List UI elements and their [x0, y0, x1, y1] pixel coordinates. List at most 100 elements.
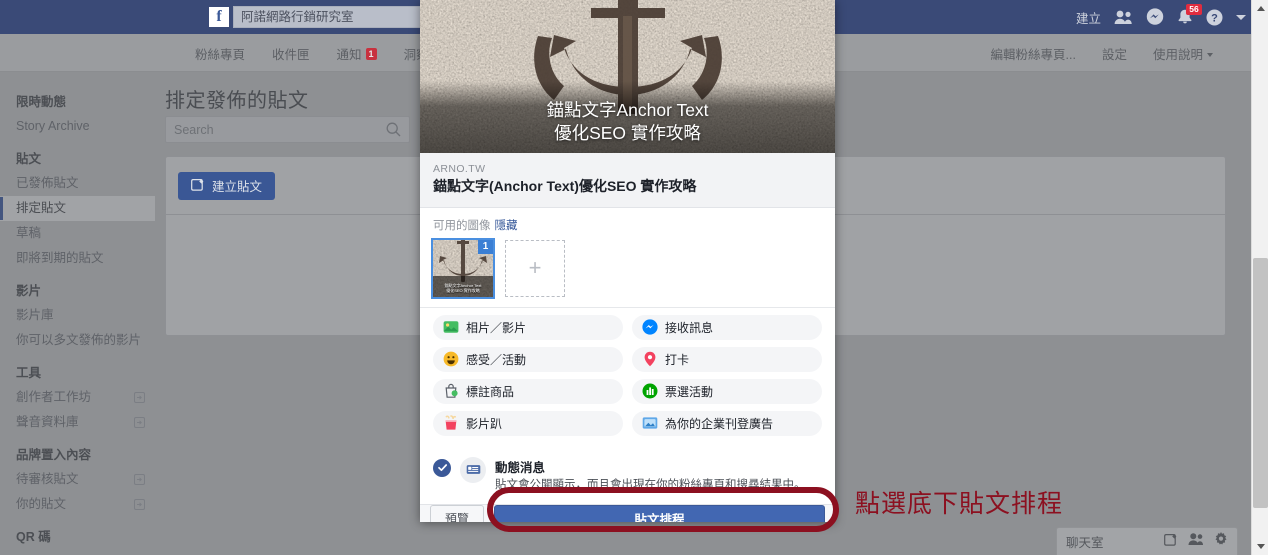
advertise-icon	[642, 415, 658, 431]
sidebar: 限時動態 Story Archive 貼文 已發佈貼文 排定貼文 草稿 即將到期…	[0, 72, 155, 555]
page-nav-right-tabs: 編輯粉絲專頁... 設定 使用說明	[991, 34, 1213, 72]
screen: f 阿諾網路行銷研究室 建立 56 ? 粉絲專頁 收件匣 通知 1 編輯粉絲專頁…	[0, 0, 1268, 555]
sidebar-item-label: 已發佈貼文	[16, 176, 79, 190]
option-label: 標註商品	[466, 384, 515, 399]
sidebar-item-crosspostable-videos[interactable]: 你可以多文發佈的影片	[0, 328, 155, 353]
tab-help[interactable]: 使用說明	[1153, 44, 1213, 63]
option-tag-product[interactable]: 標註商品	[433, 378, 623, 404]
external-link-icon	[134, 474, 145, 485]
create-button[interactable]: 建立	[1076, 8, 1101, 27]
sidebar-item-drafts[interactable]: 草稿	[0, 221, 155, 246]
sidebar-item-label: 影片庫	[16, 308, 54, 322]
annotation-text: 點選底下貼文排程	[855, 490, 1064, 518]
top-bar-right-actions: 建立 56 ?	[1076, 0, 1246, 34]
account-menu-caret-icon[interactable]	[1236, 14, 1246, 20]
scroll-up-arrow-icon[interactable]	[1252, 0, 1268, 17]
compose-icon	[191, 177, 205, 194]
tab-pages[interactable]: 粉絲專頁	[195, 44, 245, 63]
sidebar-item-label: 你的貼文	[16, 497, 67, 511]
external-link-icon	[134, 499, 145, 510]
help-icon[interactable]: ?	[1206, 9, 1223, 26]
vertical-scrollbar[interactable]	[1251, 0, 1268, 555]
facebook-logo-icon[interactable]: f	[209, 7, 229, 27]
scrollbar-thumb[interactable]	[1253, 258, 1268, 508]
sidebar-item-label: Story Archive	[16, 119, 90, 133]
notification-count-badge: 56	[1186, 3, 1202, 15]
poll-icon	[642, 383, 658, 399]
schedule-post-button[interactable]: 貼文排程	[494, 505, 825, 522]
external-link-icon	[134, 392, 145, 403]
sidebar-item-pending-posts[interactable]: 待審核貼文	[0, 467, 155, 492]
sidebar-item-creator-studio[interactable]: 創作者工作坊	[0, 385, 155, 410]
available-images-header: 可用的圖像 隱藏	[433, 217, 822, 233]
option-check-in[interactable]: 打卡	[632, 346, 822, 372]
tab-edit-page[interactable]: 編輯粉絲專頁...	[991, 44, 1076, 63]
tab-notifications-label: 通知	[336, 47, 362, 62]
option-watch-party[interactable]: 影片趴	[433, 410, 623, 436]
link-domain: ARNO.TW	[433, 163, 486, 175]
image-thumbnails: 1 錨點文字Anchor Text 優化SEO 實作攻略 +	[431, 237, 822, 299]
option-label: 感受／活動	[466, 352, 527, 367]
option-advertise[interactable]: 為你的企業刊登廣告	[632, 410, 822, 436]
global-search-input[interactable]: 阿諾網路行銷研究室	[233, 6, 433, 28]
thumbnail-caption-line-2: 優化SEO 實作攻略	[446, 287, 480, 293]
sidebar-item-expiring-posts[interactable]: 即將到期的貼文	[0, 246, 155, 271]
option-label: 票選活動	[665, 384, 714, 399]
create-post-button[interactable]: 建立貼文	[178, 171, 276, 200]
gear-icon[interactable]	[1214, 532, 1228, 551]
sidebar-item-published-posts[interactable]: 已發佈貼文	[0, 171, 155, 196]
add-image-button[interactable]: +	[505, 239, 565, 297]
sidebar-group-tools: 工具 創作者工作坊 聲音資料庫	[0, 353, 155, 435]
option-photo-video[interactable]: 相片／影片	[433, 314, 623, 340]
sidebar-item-scheduled-posts[interactable]: 排定貼文	[0, 196, 155, 221]
tab-notifications[interactable]: 通知 1	[337, 44, 377, 63]
sidebar-group-title-posts: 貼文	[16, 152, 42, 166]
scroll-down-arrow-icon[interactable]	[1252, 538, 1268, 555]
option-poll[interactable]: 票選活動	[632, 378, 822, 404]
option-feeling-activity[interactable]: 感受／活動	[433, 346, 623, 372]
sidebar-item-story-archive[interactable]: Story Archive	[0, 114, 155, 139]
sidebar-group-title-branded-content: 品牌置入內容	[16, 448, 92, 462]
tab-inbox[interactable]: 收件匣	[272, 44, 310, 63]
sidebar-group-title-videos: 影片	[16, 284, 42, 298]
friend-requests-icon[interactable]	[1114, 9, 1133, 25]
svg-text:?: ?	[1211, 12, 1218, 24]
create-post-dialog: 錨點文字Anchor Text 優化SEO 實作攻略 ARNO.TW 錨點文字(…	[420, 0, 835, 522]
sidebar-group-qr-code: QR 碼	[0, 517, 155, 549]
sidebar-item-sound-collection[interactable]: 聲音資料庫	[0, 410, 155, 435]
sidebar-item-label: 聲音資料庫	[16, 415, 79, 429]
checkmark-icon[interactable]	[433, 458, 451, 477]
notifications-icon[interactable]: 56	[1177, 3, 1202, 26]
sidebar-item-your-posts[interactable]: 你的貼文	[0, 492, 155, 517]
messenger-icon[interactable]	[1146, 8, 1164, 26]
news-feed-icon	[460, 456, 486, 483]
create-post-label: 建立貼文	[212, 180, 263, 194]
sidebar-group-title-tools: 工具	[16, 366, 42, 380]
search-input[interactable]: Search	[165, 116, 410, 143]
compose-icon[interactable]	[1164, 532, 1178, 551]
chevron-down-icon	[1207, 52, 1213, 57]
chat-bar[interactable]: 聊天室	[1056, 527, 1238, 555]
hero-text: 錨點文字Anchor Text 優化SEO 實作攻略	[420, 99, 835, 144]
tag-product-icon	[443, 383, 459, 399]
option-receive-messages[interactable]: 接收訊息	[632, 314, 822, 340]
location-pin-icon	[642, 351, 658, 367]
sidebar-item-label: 你可以多文發佈的影片	[16, 333, 142, 347]
link-preview-image[interactable]: 錨點文字Anchor Text 優化SEO 實作攻略	[420, 0, 835, 153]
sidebar-group-title-qr-code: QR 碼	[16, 530, 51, 544]
thumbnail-caption: 錨點文字Anchor Text 優化SEO 實作攻略	[433, 283, 493, 293]
people-icon[interactable]	[1188, 532, 1204, 551]
link-preview-info[interactable]: ARNO.TW 錨點文字(Anchor Text)優化SEO 實作攻略	[420, 153, 835, 208]
sidebar-item-label: 即將到期的貼文	[16, 251, 104, 265]
option-label: 接收訊息	[665, 320, 714, 335]
share-destination-title: 動態消息	[495, 460, 546, 475]
share-destination-row[interactable]: 動態消息 貼文會公開顯示，而且會出現在你的粉絲專頁和搜尋結果中。	[420, 448, 835, 505]
tab-notifications-badge: 1	[365, 47, 377, 60]
sidebar-item-video-library[interactable]: 影片庫	[0, 303, 155, 328]
available-images-section: 可用的圖像 隱藏 1 錨點文字Anchor Text 優化SEO 實作攻略 +	[420, 208, 835, 308]
search-placeholder: Search	[174, 122, 214, 137]
tab-settings[interactable]: 設定	[1102, 44, 1127, 63]
hide-images-link[interactable]: 隱藏	[495, 220, 518, 232]
image-thumbnail-selected[interactable]: 1 錨點文字Anchor Text 優化SEO 實作攻略	[431, 237, 495, 299]
preview-button[interactable]: 預覽	[430, 505, 485, 522]
